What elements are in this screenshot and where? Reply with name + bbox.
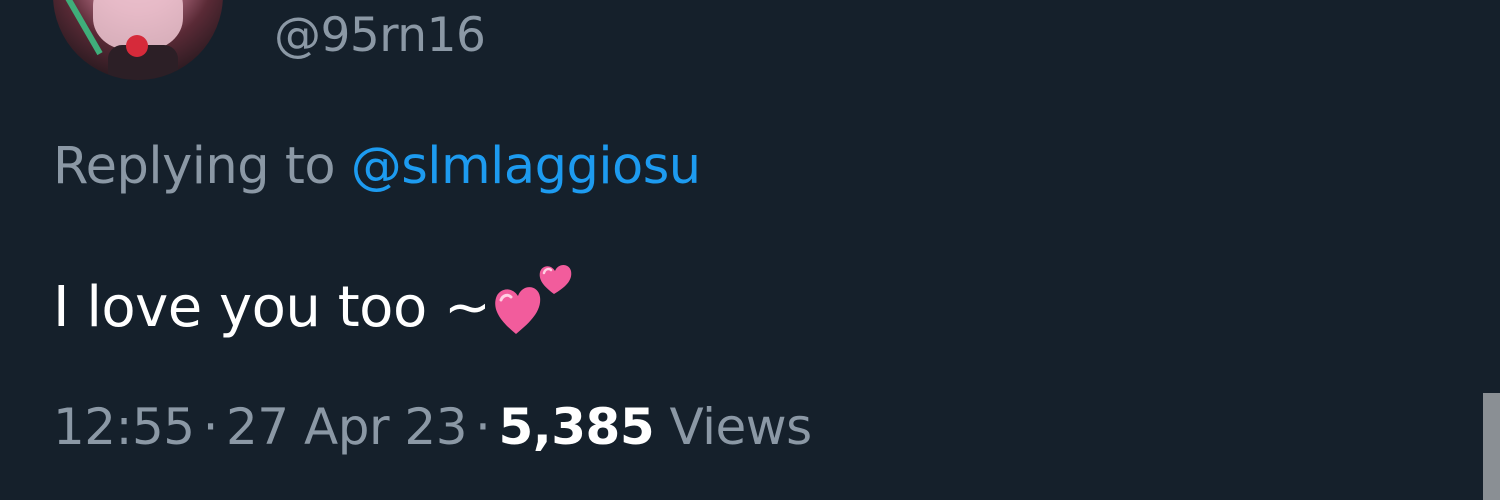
replying-to-line: Replying to @slmlaggiosu [53, 134, 701, 200]
meta-separator: · [475, 398, 491, 456]
meta-separator: · [202, 398, 219, 456]
tweet-text-content: I love you too ~ [53, 275, 491, 340]
views-label[interactable]: Views [670, 398, 813, 456]
avatar[interactable] [53, 0, 223, 80]
more-options-icon[interactable] [1404, 0, 1420, 6]
tweet-time[interactable]: 12:55 [53, 398, 195, 456]
user-handle[interactable]: @95rn16 [274, 6, 486, 66]
tweet-date[interactable]: 27 Apr 23 [226, 398, 468, 456]
views-count[interactable]: 5,385 [498, 398, 654, 456]
avatar-microphone [126, 35, 148, 57]
two-hearts-icon [495, 265, 572, 334]
reply-mention-link[interactable]: @slmlaggiosu [351, 137, 701, 196]
replying-to-label: Replying to [53, 137, 351, 196]
tweet-text: I love you too ~ [53, 254, 578, 344]
tweet-meta: 12:55 · 27 Apr 23 · 5,385 Views [53, 392, 812, 462]
scrollbar[interactable] [1483, 393, 1500, 500]
